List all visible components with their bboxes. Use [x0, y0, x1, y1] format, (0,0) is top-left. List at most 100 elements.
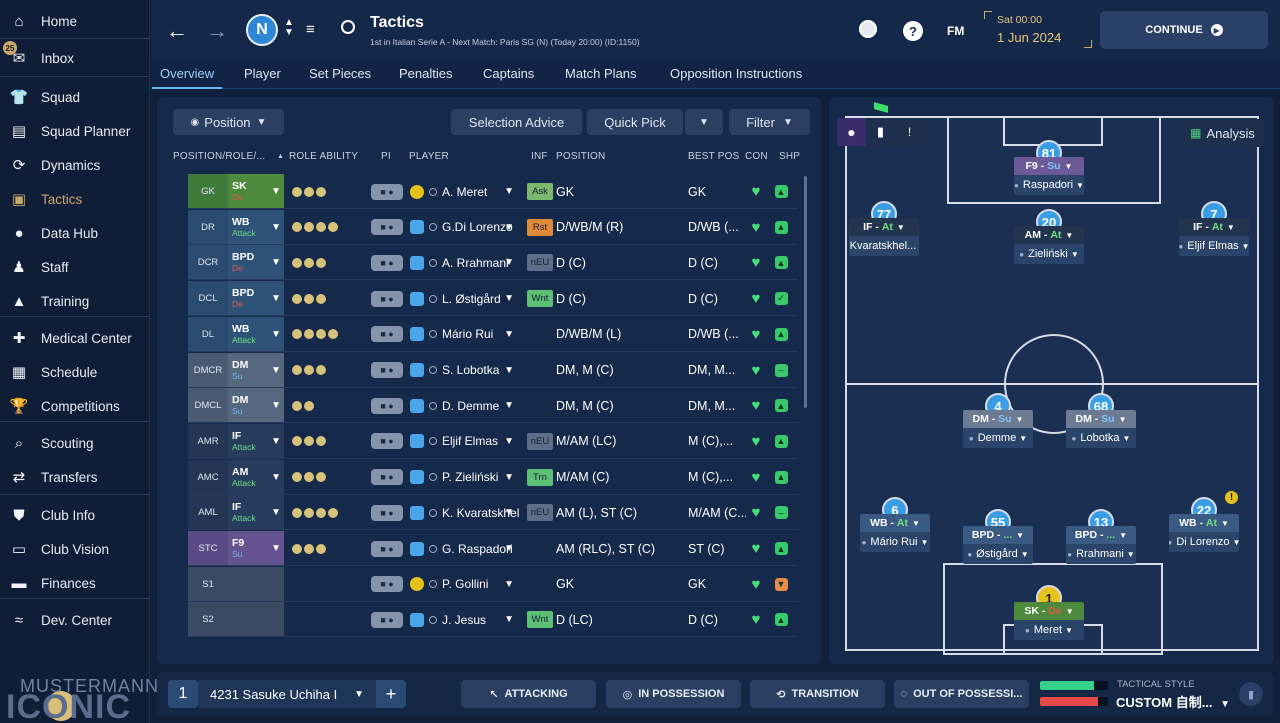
table-row[interactable]: STC F9 Su ▼ ■ ● G. Raspadori ▼ AM (RLC), ST (C)… — [188, 531, 798, 566]
person-view-icon[interactable]: ● — [837, 118, 866, 146]
player-instructions-button[interactable]: ■ ● — [368, 495, 406, 530]
tab-overview[interactable]: Overview — [151, 58, 223, 89]
pitch-player-selector[interactable]: ● Rrahmani ▼ — [1066, 544, 1136, 564]
tab-captains[interactable]: Captains — [483, 58, 534, 89]
pitch-player-card[interactable]: F9 - Su ▼ ● Raspadori ▼ — [1014, 157, 1084, 195]
col-shp[interactable]: SHP — [779, 151, 800, 162]
col-pi[interactable]: PI — [381, 151, 391, 162]
sidebar-item-competitions[interactable]: 🏆 Competitions — [0, 389, 150, 423]
alert-view-icon[interactable]: ! — [895, 118, 924, 146]
player-instructions-button[interactable]: ■ ● — [368, 388, 406, 423]
player-selector[interactable]: Mário Rui ▼ — [410, 317, 520, 352]
role-selector[interactable]: DM Su ▼ — [228, 352, 284, 388]
football-icon[interactable] — [859, 20, 877, 38]
pitch-role-selector[interactable]: BPD - ... ▼ — [1066, 526, 1136, 544]
fm-menu-button[interactable]: FM — [947, 24, 964, 38]
player-instructions-button[interactable]: ■ ● — [368, 210, 406, 245]
pitch-player-card[interactable]: BPD - ... ▼ ● Østigård ▼ — [963, 526, 1033, 564]
sidebar-item-club-info[interactable]: ⛊ Club Info — [0, 498, 150, 532]
player-instructions-button[interactable]: ■ ● — [368, 424, 406, 459]
player-selector[interactable]: K. Kvaratskhel...▼ — [410, 495, 520, 530]
sidebar-item-squad[interactable]: 👕 Squad — [0, 80, 150, 114]
pitch-player-selector[interactable]: ● Demme ▼ — [963, 428, 1033, 448]
in-possession-button[interactable]: ◎ IN POSSESSION — [606, 680, 741, 708]
sidebar-item-staff[interactable]: ♟ Staff — [0, 250, 150, 284]
continue-button[interactable]: CONTINUE ▶ — [1100, 11, 1268, 49]
tab-player[interactable]: Player — [244, 58, 281, 89]
pitch-player-card[interactable]: AM - At ▼ ● Zieliński ▼ — [1014, 226, 1084, 264]
pitch-player-card[interactable]: WB - At ▼ ● Di Lorenzo ▼ — [1169, 514, 1239, 552]
table-row[interactable]: DCR BPD De ▼ ■ ● A. Rrahmani ▼ nEU D (C) D (C) ♥ ▲ — [188, 245, 798, 281]
tab-opposition-instructions[interactable]: Opposition Instructions — [670, 58, 802, 89]
pitch-player-card[interactable]: SK - De ▼ ● Meret ▼ — [1014, 602, 1084, 640]
analysis-button[interactable]: ▦ Analysis — [1181, 119, 1264, 147]
pitch-role-selector[interactable]: AM - At ▼ — [1014, 226, 1084, 244]
role-selector[interactable]: BPD De ▼ — [228, 281, 284, 317]
pitch-player-card[interactable]: DM - Su ▼ ● Lobotka ▼ — [1066, 410, 1136, 448]
add-tactic-button[interactable]: + — [376, 680, 406, 708]
help-icon[interactable]: ? — [903, 21, 923, 41]
table-row[interactable]: AMR IF Attack ▼ ■ ● Eljif Elmas ▼ nEU M/AM (LC) M… — [188, 423, 798, 459]
player-instructions-button[interactable]: ■ ● — [368, 602, 406, 637]
pitch-player-selector[interactable]: ● Meret ▼ — [1014, 620, 1084, 640]
player-selector[interactable]: G.Di Lorenzo ▼ — [410, 210, 520, 245]
table-row[interactable]: DCL BPD De ▼ ■ ● L. Østigård ▼ Wnt D (C) D (C) ♥ ✓ — [188, 281, 798, 317]
role-selector[interactable]: IF Attack ▼ — [228, 495, 284, 531]
player-instructions-button[interactable]: ■ ● — [368, 353, 406, 388]
pitch-player-selector[interactable]: ● Østigård ▼ — [963, 544, 1033, 564]
pitch-role-selector[interactable]: BPD - ... ▼ — [963, 526, 1033, 544]
pitch-player-selector[interactable]: ● Mário Rui ▼ — [860, 532, 930, 552]
pitch-player-card[interactable]: IF - At ▼ ● Eljif Elmas ▼ — [1179, 218, 1249, 256]
sidebar-item-home[interactable]: ⌂ Home — [0, 4, 150, 38]
pitch-role-selector[interactable]: IF - At ▼ — [849, 218, 919, 236]
tab-penalties[interactable]: Penalties — [399, 58, 452, 89]
role-selector[interactable]: F9 Su ▼ — [228, 531, 284, 566]
role-selector[interactable]: SK De ▼ — [228, 174, 284, 209]
col-position-role[interactable]: POSITION/ROLE/... — [173, 151, 265, 162]
pitch-player-selector[interactable]: ●Kvaratskhel...▼ — [849, 236, 919, 256]
role-selector[interactable]: BPD De ▼ — [228, 245, 284, 281]
sidebar-item-tactics[interactable]: ▣ Tactics — [0, 182, 150, 216]
table-row[interactable]: DL WB Attack ▼ ■ ● Mário Rui ▼ D/WB/M (L) D/WB (… — [188, 316, 798, 352]
role-selector[interactable] — [228, 602, 284, 638]
sidebar-item-finances[interactable]: ▬ Finances — [0, 566, 150, 600]
col-role-ability[interactable]: ROLE ABILITY — [289, 151, 358, 162]
tactic-select-dropdown[interactable]: 4231 Sasuke Uchiha I ▼ — [198, 680, 376, 708]
role-selector[interactable]: WB Attack ▼ — [228, 209, 284, 245]
back-arrow-icon[interactable]: ← — [166, 18, 188, 44]
tab-match-plans[interactable]: Match Plans — [565, 58, 637, 89]
table-row[interactable]: AMC AM Attack ▼ ■ ● P. Zieliński ▼ Trn M/AM (C) M… — [188, 459, 798, 495]
pitch-player-selector[interactable]: ● Di Lorenzo ▼ — [1169, 532, 1239, 552]
table-row[interactable]: GK SK De ▼ ■ ● A. Meret ▼ Ask GK GK ♥ ▲ — [188, 174, 798, 209]
col-position[interactable]: POSITION — [556, 151, 605, 162]
player-instructions-button[interactable]: ■ ● — [368, 567, 406, 602]
sidebar-item-dev-center[interactable]: ≈ Dev. Center — [0, 603, 150, 637]
player-instructions-button[interactable]: ■ ● — [368, 281, 406, 316]
filter-dropdown[interactable]: Filter ▼ — [729, 109, 810, 135]
sidebar-item-scouting[interactable]: ⌕ Scouting — [0, 426, 150, 460]
pitch-role-selector[interactable]: WB - At ▼ — [1169, 514, 1239, 532]
quick-pick-button[interactable]: Quick Pick — [587, 109, 683, 135]
player-selector[interactable]: P. Zieliński ▼ — [410, 460, 520, 495]
table-row[interactable]: AML IFAttack ▼ ■ ● K. Kvaratskhel...▼ nEUAM (… — [188, 495, 798, 531]
sidebar-item-medical-center[interactable]: ✚ Medical Center — [0, 321, 150, 355]
sidebar-item-schedule[interactable]: ▦ Schedule — [0, 355, 150, 389]
pitch-role-selector[interactable]: IF - At ▼ — [1179, 218, 1249, 236]
tactic-slot-number[interactable]: 1 — [168, 680, 198, 708]
role-selector[interactable]: WB Attack ▼ — [228, 316, 284, 352]
sidebar-item-club-vision[interactable]: ▭ Club Vision — [0, 532, 150, 566]
role-selector[interactable]: AM Attack ▼ — [228, 459, 284, 495]
tab-set-pieces[interactable]: Set Pieces — [309, 58, 371, 89]
tactical-style-dropdown[interactable]: CUSTOM 自制... ▼ — [1116, 692, 1230, 710]
quick-pick-chevron-icon[interactable]: ▼ — [685, 109, 723, 135]
player-instructions-button[interactable]: ■ ● — [368, 531, 406, 566]
col-player[interactable]: PLAYER — [409, 151, 449, 162]
forward-arrow-icon[interactable]: → — [206, 18, 228, 44]
pitch-player-selector[interactable]: ● Raspadori ▼ — [1014, 175, 1084, 195]
player-selector[interactable]: S. Lobotka ▼ — [410, 353, 520, 388]
transition-button[interactable]: ⟲ TRANSITION — [750, 680, 885, 708]
sidebar-item-inbox[interactable]: ✉ Inbox — [0, 41, 150, 75]
pitch-player-card[interactable]: DM - Su ▼ ● Demme ▼ — [963, 410, 1033, 448]
role-selector[interactable] — [228, 566, 284, 602]
pitch-role-selector[interactable]: DM - Su ▼ — [963, 410, 1033, 428]
